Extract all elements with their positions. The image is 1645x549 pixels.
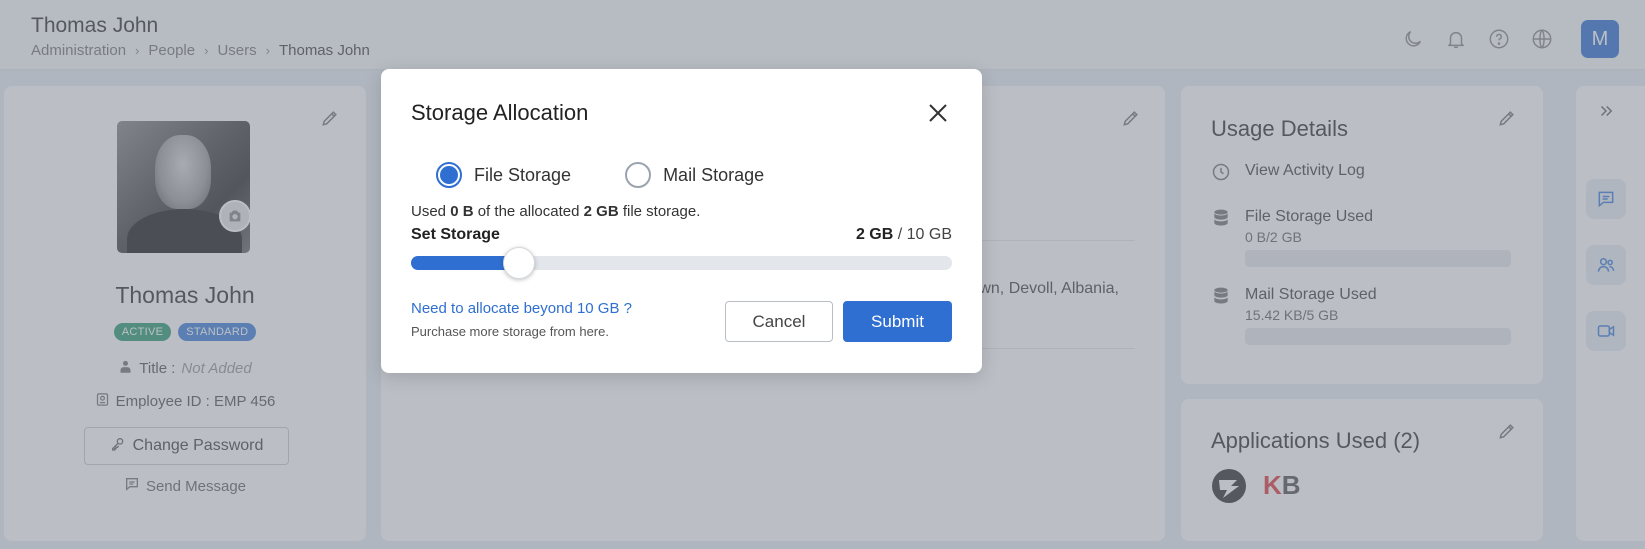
storage-allocation-modal: Storage Allocation File Storage Mail Sto… <box>381 69 982 373</box>
used-prefix: Used <box>411 203 447 220</box>
cancel-button[interactable]: Cancel <box>725 301 833 342</box>
slider-handle[interactable] <box>503 247 536 279</box>
set-storage-value: 2 GB / 10 GB <box>856 226 952 244</box>
mail-storage-radio-label: Mail Storage <box>663 164 765 185</box>
radio-circle <box>436 162 462 188</box>
radio-circle <box>625 162 652 188</box>
set-storage-label: Set Storage <box>411 226 500 243</box>
submit-button[interactable]: Submit <box>843 301 952 342</box>
used-middle: of the allocated <box>477 203 580 220</box>
usage-summary: Used 0 B of the allocated 2 GB file stor… <box>411 203 700 220</box>
used-amount: 0 B <box>450 203 474 220</box>
allocate-beyond-link[interactable]: Need to allocate beyond 10 GB ? <box>411 300 632 317</box>
file-storage-radio-label: File Storage <box>474 164 572 185</box>
used-suffix: file storage. <box>622 203 701 220</box>
storage-slider[interactable] <box>411 247 952 279</box>
set-storage-max: / 10 GB <box>897 226 952 243</box>
modal-title: Storage Allocation <box>411 100 589 125</box>
storage-type-radios: File Storage Mail Storage <box>436 162 764 188</box>
file-storage-radio[interactable]: File Storage <box>436 162 571 188</box>
set-storage-current: 2 GB <box>855 226 894 243</box>
purchase-storage-text[interactable]: Purchase more storage from here. <box>411 324 609 339</box>
close-icon[interactable] <box>927 102 949 124</box>
allocated-amount: 2 GB <box>583 203 619 220</box>
mail-storage-radio[interactable]: Mail Storage <box>625 162 764 188</box>
